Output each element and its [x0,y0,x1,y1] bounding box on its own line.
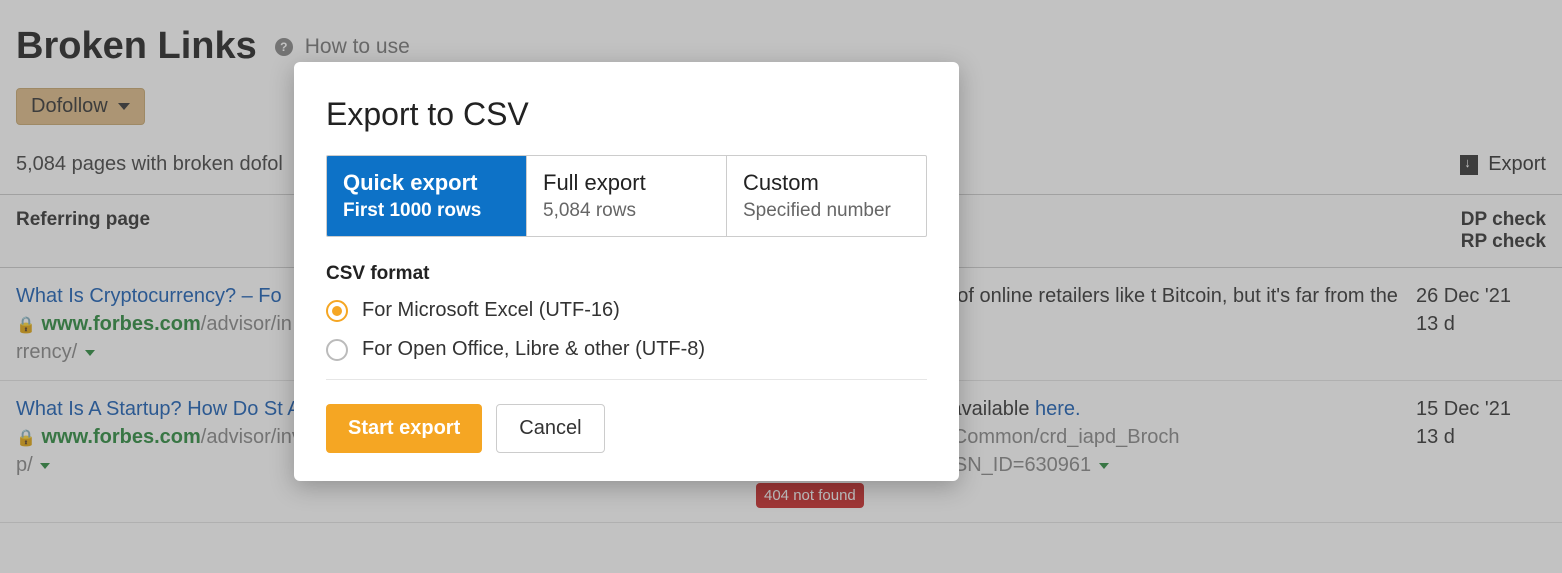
radio-openoffice[interactable]: For Open Office, Libre & other (UTF-8) [326,338,927,361]
export-modal: Export to CSV Quick export First 1000 ro… [294,62,959,481]
radio-label: For Open Office, Libre & other (UTF-8) [362,338,705,361]
modal-title: Export to CSV [326,96,927,133]
tab-sub: First 1000 rows [343,200,510,222]
tab-full-export[interactable]: Full export 5,084 rows [527,156,727,236]
tab-sub: Specified number [743,200,910,222]
cancel-button[interactable]: Cancel [496,404,604,453]
tab-sub: 5,084 rows [543,200,710,222]
csv-format-label: CSV format [326,263,927,285]
start-export-button[interactable]: Start export [326,404,482,453]
modal-actions: Start export Cancel [326,404,927,453]
tab-title: Full export [543,170,710,196]
radio-icon [326,300,348,322]
tab-quick-export[interactable]: Quick export First 1000 rows [327,156,527,236]
radio-label: For Microsoft Excel (UTF-16) [362,299,620,322]
export-tabs: Quick export First 1000 rows Full export… [326,155,927,237]
radio-excel[interactable]: For Microsoft Excel (UTF-16) [326,299,927,322]
radio-icon [326,339,348,361]
tab-title: Quick export [343,170,510,196]
tab-custom-export[interactable]: Custom Specified number [727,156,926,236]
tab-title: Custom [743,170,910,196]
divider [326,379,927,380]
